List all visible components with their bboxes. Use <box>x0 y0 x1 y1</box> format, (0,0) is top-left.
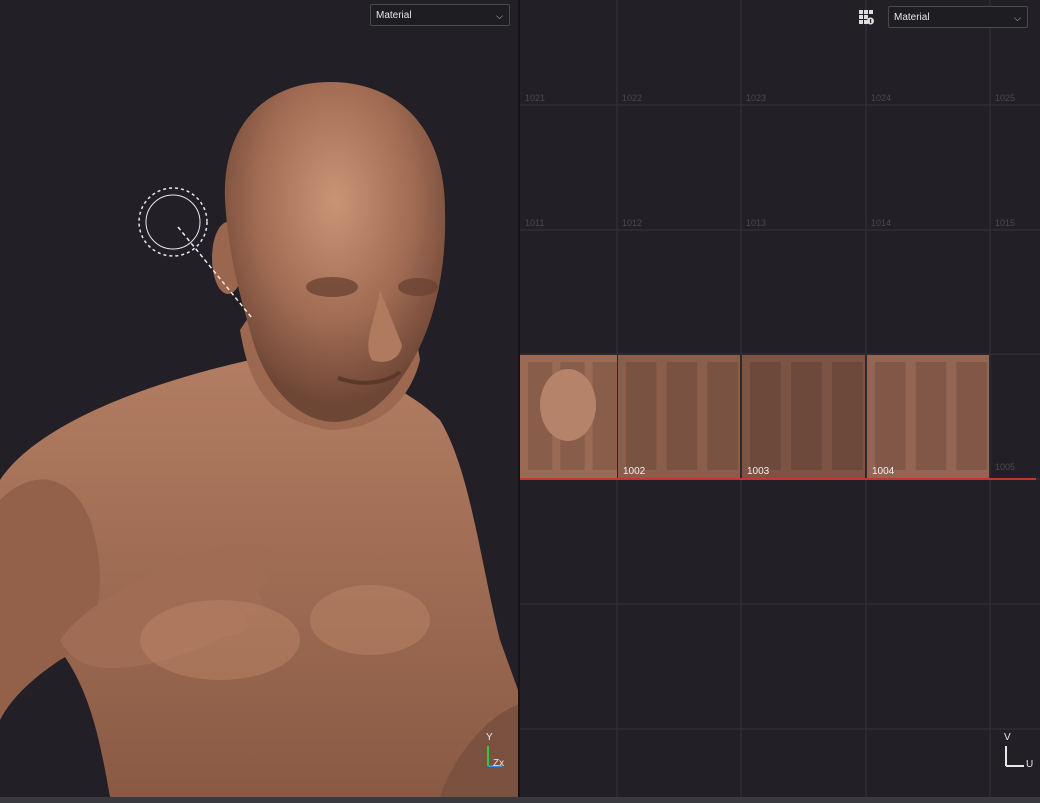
axis-y-label: Y <box>486 732 493 743</box>
uv-tile-label: 1002 <box>623 466 646 477</box>
uv-axis-gizmo: V U <box>1000 732 1036 772</box>
sculpt-model[interactable] <box>0 0 518 797</box>
viewport-axis-gizmo: Y Zx <box>480 732 512 772</box>
model-chest-right <box>310 585 430 655</box>
uv-grid[interactable]: 1021 1022 1023 1024 1025 1011 1012 1013 1014 1015… <box>520 0 1040 797</box>
chevron-down-icon: ⌵ <box>496 11 503 21</box>
uv-tile-number: 1005 <box>995 462 1015 472</box>
uv-tile-number: 1021 <box>525 93 545 103</box>
uv-tile-number: 1013 <box>746 218 766 228</box>
model-eye-right <box>398 278 438 296</box>
axis-zx-label: Zx <box>493 758 505 769</box>
uv-info-icon[interactable] <box>859 10 874 25</box>
uv-tile-number: 1022 <box>622 93 642 103</box>
axis-u-label: U <box>1026 759 1034 770</box>
brush-cursor-icon <box>138 187 208 257</box>
viewport-material-dropdown[interactable]: Material ⌵ <box>370 4 510 26</box>
uv-tile-number: 1024 <box>871 93 891 103</box>
model-chest-left <box>140 600 300 680</box>
uv-tile-label: 1004 <box>872 466 895 477</box>
uv-tile-number: 1023 <box>746 93 766 103</box>
uv-tile-torso-front[interactable]: 1002 <box>618 355 740 478</box>
uv-tile-label: 1003 <box>747 466 770 477</box>
status-bar <box>0 797 1040 803</box>
uv-editor[interactable]: 1021 1022 1023 1024 1025 1011 1012 1013 1014 1015… <box>520 0 1040 797</box>
uv-tile-number: 1011 <box>525 218 544 228</box>
uv-material-label: Material <box>894 12 930 23</box>
uv-tile-number: 1014 <box>871 218 891 228</box>
uv-tile-head[interactable] <box>520 355 617 478</box>
uv-material-dropdown[interactable]: Material ⌵ <box>888 6 1028 28</box>
model-eye-left <box>306 277 358 297</box>
uv-tile-number: 1015 <box>995 218 1015 228</box>
uv-tile-number: 1025 <box>995 93 1015 103</box>
3d-viewport[interactable]: Material ⌵ Y Zx <box>0 0 518 797</box>
uv-tile-number: 1012 <box>622 218 642 228</box>
uv-tile-arms[interactable]: 1004 <box>867 355 989 478</box>
uv-tile-torso-back[interactable]: 1003 <box>742 355 865 478</box>
chevron-down-icon: ⌵ <box>1014 13 1021 23</box>
axis-v-label: V <box>1004 732 1011 743</box>
viewport-material-label: Material <box>376 10 412 21</box>
